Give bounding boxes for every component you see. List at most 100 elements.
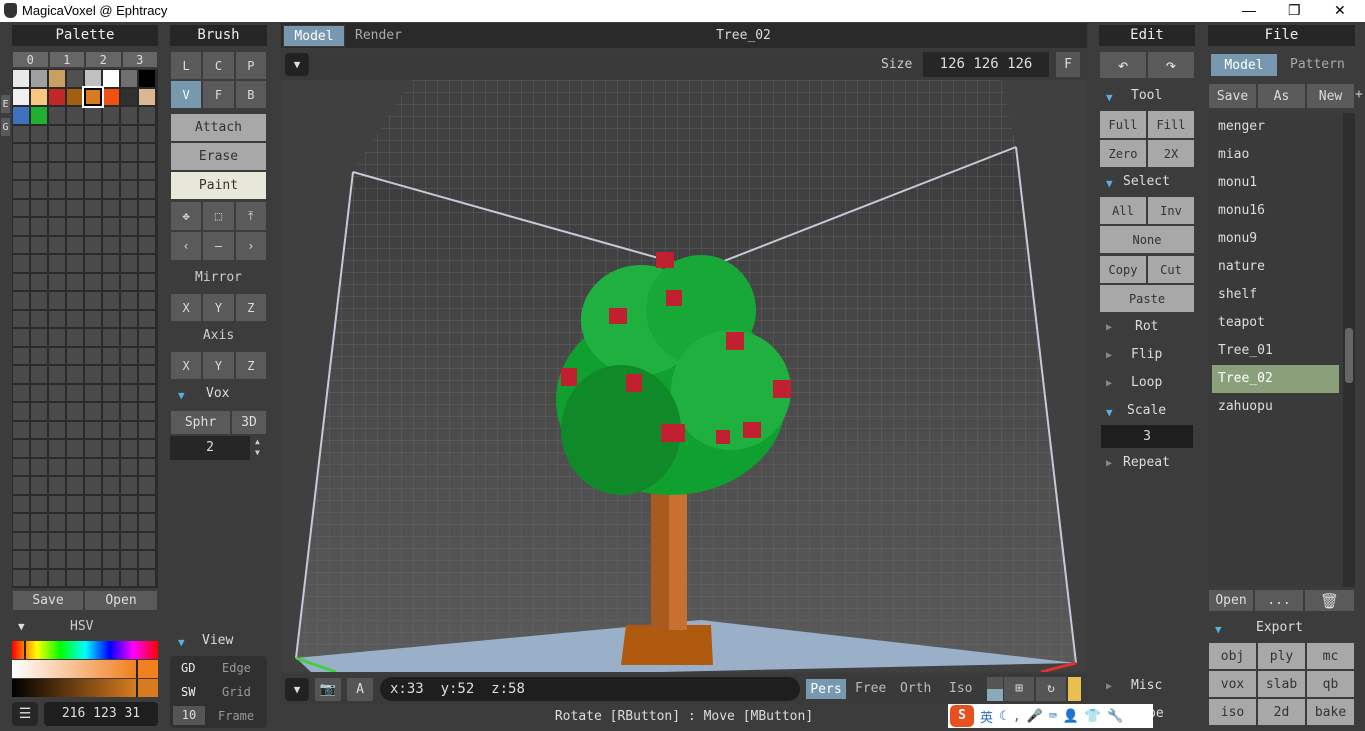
mirror-y-button[interactable]: Y bbox=[202, 293, 235, 322]
palette-swatch[interactable] bbox=[102, 476, 120, 495]
palette-swatch[interactable] bbox=[30, 161, 48, 180]
vox-stepper[interactable]: ▲ ▼ bbox=[255, 436, 260, 458]
file-tab-model[interactable]: Model bbox=[1210, 53, 1278, 77]
palette-swatch[interactable] bbox=[120, 402, 138, 421]
palette-swatch[interactable] bbox=[66, 235, 84, 254]
palette-swatch[interactable] bbox=[66, 439, 84, 458]
color-value-field[interactable]: 216 123 31 bbox=[44, 702, 158, 726]
palette-swatch[interactable] bbox=[138, 568, 156, 587]
palette-swatch[interactable] bbox=[84, 420, 102, 439]
palette-swatch[interactable] bbox=[138, 124, 156, 143]
file-list-item[interactable]: monu9 bbox=[1208, 225, 1343, 253]
palette-swatch[interactable] bbox=[120, 328, 138, 347]
palette-swatch[interactable] bbox=[30, 457, 48, 476]
palette-swatch[interactable] bbox=[84, 235, 102, 254]
rot-title[interactable]: Rot bbox=[1135, 319, 1158, 334]
wrench-icon[interactable]: 🔧 bbox=[1107, 709, 1123, 724]
palette-swatch[interactable] bbox=[120, 198, 138, 217]
palette-column-0[interactable]: 0 bbox=[12, 51, 49, 68]
palette-swatch[interactable] bbox=[66, 143, 84, 162]
palette-swatch[interactable] bbox=[12, 346, 30, 365]
palette-swatch[interactable] bbox=[84, 531, 102, 550]
palette-swatch[interactable] bbox=[48, 143, 66, 162]
palette-swatch[interactable] bbox=[138, 87, 156, 106]
rot-expand-icon[interactable]: ▶ bbox=[1106, 322, 1112, 333]
palette-swatch[interactable] bbox=[66, 87, 84, 106]
export-bake-button[interactable]: bake bbox=[1306, 698, 1355, 726]
brush-f-button[interactable]: F bbox=[202, 80, 235, 109]
add-button[interactable]: + bbox=[1355, 87, 1363, 102]
palette-swatch[interactable] bbox=[84, 217, 102, 236]
palette-swatch[interactable] bbox=[138, 291, 156, 310]
palette-swatch[interactable] bbox=[84, 254, 102, 273]
palette-swatch[interactable] bbox=[12, 235, 30, 254]
palette-swatch[interactable] bbox=[30, 476, 48, 495]
palette-swatch[interactable] bbox=[102, 180, 120, 199]
palette-swatch[interactable] bbox=[120, 568, 138, 587]
palette-column-3[interactable]: 3 bbox=[121, 51, 158, 68]
file-save-button[interactable]: Save bbox=[1208, 83, 1257, 109]
palette-swatch[interactable] bbox=[102, 328, 120, 347]
palette-swatch[interactable] bbox=[138, 235, 156, 254]
palette-swatch[interactable] bbox=[138, 328, 156, 347]
sogou-icon[interactable]: S bbox=[950, 705, 974, 727]
palette-swatch[interactable] bbox=[84, 69, 102, 88]
palette-swatch[interactable] bbox=[66, 457, 84, 476]
export-iso-button[interactable]: iso bbox=[1208, 698, 1257, 726]
palette-swatch[interactable] bbox=[84, 346, 102, 365]
palette-swatch[interactable] bbox=[138, 383, 156, 402]
file-list-item[interactable]: monu16 bbox=[1208, 197, 1343, 225]
palette-swatch[interactable] bbox=[66, 198, 84, 217]
view-frame-button[interactable]: Frame bbox=[218, 709, 254, 723]
rotate-reset-icon[interactable]: ↻ bbox=[1036, 677, 1066, 701]
palette-swatch[interactable] bbox=[66, 402, 84, 421]
palette-swatch[interactable] bbox=[138, 106, 156, 125]
trash-icon[interactable]: 🗑 bbox=[1304, 589, 1355, 612]
palette-swatch[interactable] bbox=[84, 106, 102, 125]
mirror-x-button[interactable]: X bbox=[170, 293, 203, 322]
redo-icon[interactable]: ↷ bbox=[1147, 51, 1195, 79]
palette-swatch[interactable] bbox=[120, 494, 138, 513]
size-field[interactable]: 126 126 126 bbox=[923, 52, 1049, 77]
chevron-right-icon[interactable]: › bbox=[234, 231, 267, 261]
palette-swatch[interactable] bbox=[120, 106, 138, 125]
palette-swatch[interactable] bbox=[30, 513, 48, 532]
select-inv-button[interactable]: Inv bbox=[1147, 196, 1195, 225]
palette-swatch[interactable] bbox=[66, 272, 84, 291]
palette-swatch[interactable] bbox=[12, 180, 30, 199]
brush-mode-paint[interactable]: Paint bbox=[170, 171, 267, 200]
palette-swatch[interactable] bbox=[12, 568, 30, 587]
palette-swatch[interactable] bbox=[30, 346, 48, 365]
palette-swatch[interactable] bbox=[138, 550, 156, 569]
palette-swatch[interactable] bbox=[12, 494, 30, 513]
brush-mode-erase[interactable]: Erase bbox=[170, 142, 267, 171]
export-vox-button[interactable]: vox bbox=[1208, 670, 1257, 698]
palette-swatch[interactable] bbox=[30, 568, 48, 587]
palette-swatch[interactable] bbox=[48, 346, 66, 365]
palette-swatch[interactable] bbox=[120, 87, 138, 106]
palette-swatch[interactable] bbox=[138, 180, 156, 199]
select-all-button[interactable]: All bbox=[1099, 196, 1147, 225]
brush-c-button[interactable]: C bbox=[202, 51, 235, 80]
palette-swatch[interactable] bbox=[48, 217, 66, 236]
palette-swatch[interactable] bbox=[120, 69, 138, 88]
misc-expand-icon[interactable]: ▶ bbox=[1106, 681, 1112, 692]
tool-2x-button[interactable]: 2X bbox=[1147, 139, 1195, 168]
layout-icon[interactable]: ⊞ bbox=[1004, 677, 1034, 701]
view-collapse-icon[interactable]: ▼ bbox=[178, 636, 185, 649]
palette-swatch[interactable] bbox=[138, 346, 156, 365]
palette-swatch[interactable] bbox=[30, 143, 48, 162]
loop-expand-icon[interactable]: ▶ bbox=[1106, 378, 1112, 389]
palette-swatch[interactable] bbox=[12, 161, 30, 180]
repeat-title[interactable]: Repeat bbox=[1123, 455, 1170, 470]
minus-icon[interactable]: — bbox=[202, 231, 235, 261]
palette-swatch[interactable] bbox=[30, 87, 48, 106]
palette-swatch[interactable] bbox=[102, 513, 120, 532]
palette-swatch[interactable] bbox=[48, 254, 66, 273]
palette-swatch[interactable] bbox=[12, 420, 30, 439]
palette-swatch[interactable] bbox=[12, 143, 30, 162]
palette-save-button[interactable]: Save bbox=[12, 590, 84, 611]
palette-swatch[interactable] bbox=[120, 235, 138, 254]
copy-button[interactable]: Copy bbox=[1099, 255, 1147, 284]
palette-swatch[interactable] bbox=[12, 198, 30, 217]
